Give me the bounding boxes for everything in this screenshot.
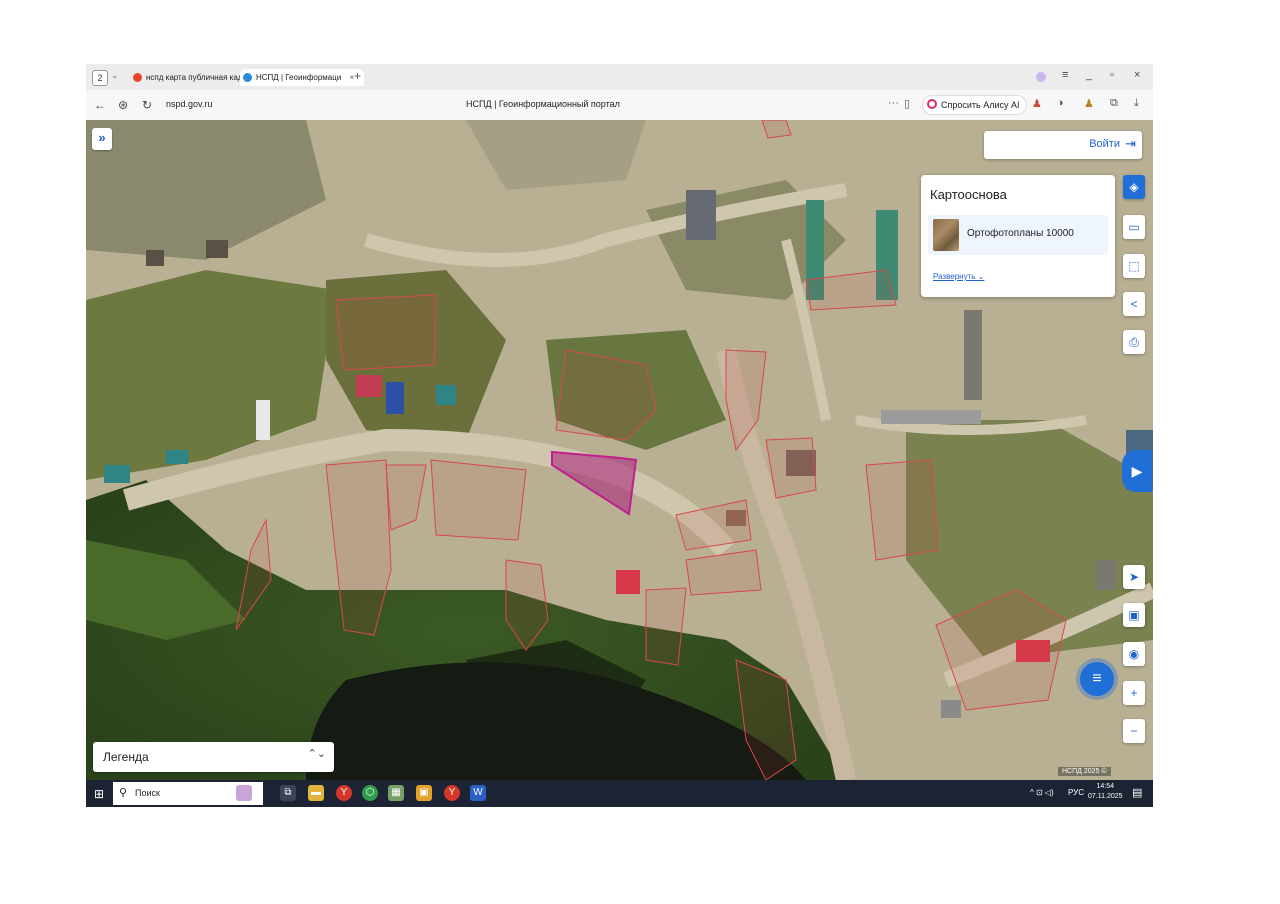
basemap-option-orthophoto[interactable]: Ортофотопланы 10000 xyxy=(928,215,1108,255)
back-button[interactable]: ← xyxy=(94,98,106,112)
date: 07.11.2025 xyxy=(1088,793,1123,800)
share-icon[interactable]: < xyxy=(1123,292,1145,316)
screen-icon[interactable]: ▣ xyxy=(1123,603,1145,627)
browser-tab-bar: 2 ⌄ нспд карта публичная кад НСПД | Геои… xyxy=(86,64,1153,90)
start-button[interactable]: ⊞ xyxy=(94,787,104,801)
ask-alisa-button[interactable]: Спросить Алису AI xyxy=(922,95,1027,115)
chat-button[interactable]: ≡ xyxy=(1080,662,1114,696)
reading-list-icon[interactable]: ⧉ xyxy=(1110,97,1118,110)
restore-button[interactable]: ▫ xyxy=(1110,69,1114,81)
clock[interactable]: 14:54 07.11.2025 xyxy=(1088,782,1123,802)
login-icon: ⇥ xyxy=(1125,136,1136,151)
locate-icon[interactable]: ➤ xyxy=(1123,565,1145,589)
task-view-icon[interactable]: ⧉ xyxy=(280,785,296,801)
language-indicator[interactable]: РУС xyxy=(1068,788,1084,797)
basemap-title: Картооснова xyxy=(930,187,1007,202)
close-window-button[interactable]: × xyxy=(1134,69,1140,81)
app-icon[interactable]: ▣ xyxy=(416,785,432,801)
reload-button[interactable]: ↻ xyxy=(142,98,152,112)
select-area-icon[interactable]: ⬚ xyxy=(1123,254,1145,278)
page-title: НСПД | Геоинформационный портал xyxy=(466,99,620,109)
address-bar: ← ⊛ ↻ nspd.gov.ru НСПД | Геоинформационн… xyxy=(86,90,1153,121)
windows-taskbar: ⊞ ⚲ Поиск ⧉ ▬ Y ⬡ ▦ ▣ Y W ^ ⊡ ◁) РУС 14:… xyxy=(86,780,1153,807)
tab-counter[interactable]: 2 xyxy=(92,70,108,86)
download-icon[interactable]: ⤓ xyxy=(1134,97,1139,110)
legend-dropdown[interactable]: Легенда ⌃⌄ xyxy=(93,742,334,772)
time: 14:54 xyxy=(1096,783,1115,790)
file-explorer-icon[interactable]: ▬ xyxy=(308,785,324,801)
side-panel-toggle[interactable]: ▶ xyxy=(1122,450,1152,492)
search-icon: ⚲ xyxy=(119,787,128,799)
search-highlight-icon xyxy=(236,785,252,801)
minimize-button[interactable]: _ xyxy=(1086,69,1092,81)
ruler-icon[interactable]: ▭ xyxy=(1123,215,1145,239)
expand-link[interactable]: Развернуть ⌄ xyxy=(933,272,984,281)
chevron-updown-icon: ⌃⌄ xyxy=(307,748,326,760)
tab-search[interactable]: нспд карта публичная кад xyxy=(130,69,256,86)
expand-sidebar-button[interactable]: » xyxy=(92,128,112,150)
app-icon[interactable]: ⬡ xyxy=(362,785,378,801)
yandex-browser-icon[interactable]: Y xyxy=(336,785,352,801)
menu-icon[interactable]: ≡ xyxy=(1062,69,1068,81)
tab-nspd[interactable]: НСПД | Геоинформаци × xyxy=(240,69,364,86)
new-tab-button[interactable]: + xyxy=(354,69,361,83)
tab-label: нспд карта публичная кад xyxy=(146,73,243,82)
zoom-in-button[interactable]: + xyxy=(1123,681,1145,705)
alisa-icon xyxy=(927,99,937,109)
profile-icon[interactable] xyxy=(1036,72,1046,82)
extension-icon[interactable]: ♟ xyxy=(1084,97,1094,110)
layers-icon[interactable]: ◈ xyxy=(1123,175,1145,199)
search-placeholder: Поиск xyxy=(135,788,160,798)
basemap-panel: Картооснова Ортофотопланы 10000 Разверну… xyxy=(921,175,1115,297)
more-icon[interactable]: ··· xyxy=(888,97,899,109)
basemap-option-label: Ортофотопланы 10000 xyxy=(967,228,1074,239)
tray-icons[interactable]: ^ ⊡ ◁) xyxy=(1030,788,1054,797)
print-icon[interactable]: ⎙ xyxy=(1123,330,1145,354)
orthophoto-thumbnail xyxy=(933,219,959,251)
map-view[interactable]: » Войти ⇥ Картооснова Ортофотопланы 1000… xyxy=(86,120,1153,780)
extension-icon[interactable]: ♟ xyxy=(1032,97,1042,110)
extension-icon[interactable]: ◗ xyxy=(1058,97,1065,109)
nspd-icon xyxy=(243,73,252,82)
shield-icon[interactable]: ⊛ xyxy=(118,98,128,112)
ask-alisa-label: Спросить Алису AI xyxy=(941,100,1020,110)
yandex-icon xyxy=(133,73,142,82)
word-icon[interactable]: W xyxy=(470,785,486,801)
zoom-out-button[interactable]: − xyxy=(1123,719,1145,743)
tab-label: НСПД | Геоинформаци xyxy=(256,73,342,82)
login-label: Войти xyxy=(1089,138,1120,150)
pin-icon[interactable]: ◉ xyxy=(1123,642,1145,666)
copyright-text: НСПД 2025 © xyxy=(1058,767,1111,776)
bookmark-icon[interactable]: ▯ xyxy=(904,97,910,110)
chevron-down-icon[interactable]: ⌄ xyxy=(111,70,119,81)
url-field[interactable]: nspd.gov.ru xyxy=(166,99,212,109)
yandex-browser-icon[interactable]: Y xyxy=(444,785,460,801)
screenshot: 2 ⌄ нспд карта публичная кад НСПД | Геои… xyxy=(86,64,1153,807)
app-icon[interactable]: ▦ xyxy=(388,785,404,801)
login-button[interactable]: Войти ⇥ xyxy=(984,131,1142,159)
notifications-icon[interactable]: ▤ xyxy=(1132,786,1142,799)
legend-label: Легенда xyxy=(103,750,149,764)
